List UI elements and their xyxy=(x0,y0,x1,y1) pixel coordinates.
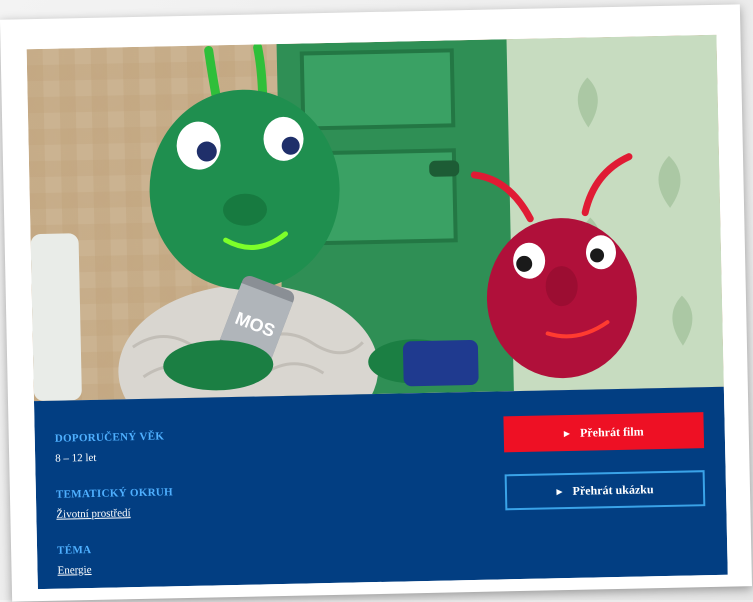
photo-card: MOS DOPORUČENÝ VĚK 8 – 12 let TEMATICKÝ … xyxy=(0,4,753,602)
play-icon: ▶ xyxy=(563,428,571,439)
topic-link[interactable]: Životní prostředí xyxy=(56,507,130,521)
age-label: DOPORUČENÝ VĚK xyxy=(54,430,165,445)
film-info-panel: DOPORUČENÝ VĚK 8 – 12 let TEMATICKÝ OKRU… xyxy=(33,386,728,590)
play-trailer-button[interactable]: ▶ Přehrát ukázku xyxy=(504,470,706,511)
film-card: MOS DOPORUČENÝ VĚK 8 – 12 let TEMATICKÝ … xyxy=(26,34,728,590)
play-trailer-label: Přehrát ukázku xyxy=(572,481,654,498)
play-icon: ▶ xyxy=(556,487,563,497)
topic-label: TEMATICKÝ OKRUH xyxy=(55,486,174,501)
blue-object xyxy=(402,340,479,387)
theme-label: TÉMA xyxy=(56,544,92,557)
film-still: MOS xyxy=(26,34,724,402)
play-film-label: Přehrát film xyxy=(579,423,644,440)
film-still-illustration: MOS xyxy=(30,34,724,402)
theme-link[interactable]: Energie xyxy=(57,564,91,577)
play-film-button[interactable]: ▶ Přehrát film xyxy=(503,412,705,453)
chair xyxy=(30,233,82,401)
age-value: 8 – 12 let xyxy=(55,451,97,465)
